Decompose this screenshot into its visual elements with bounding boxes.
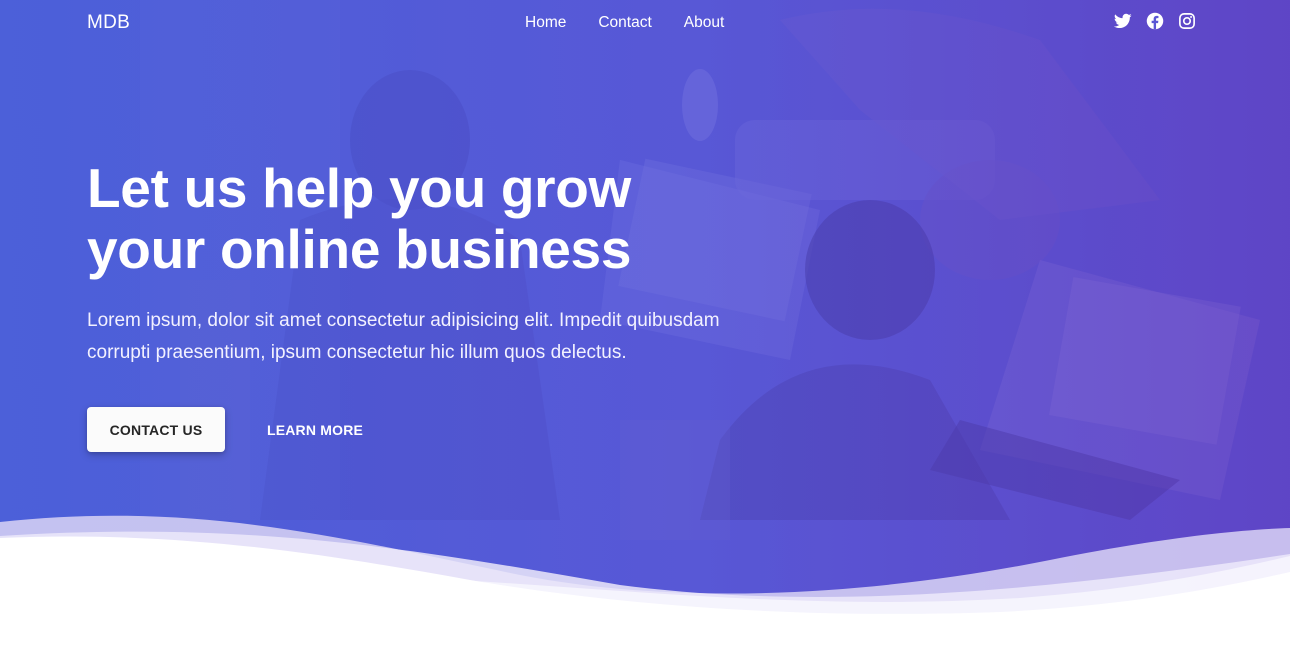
hero-title-line-1: Let us help you grow <box>87 157 632 219</box>
landing-page: MDB Home Contact About Let us help you g… <box>0 0 1290 654</box>
twitter-icon[interactable] <box>1114 12 1132 30</box>
social-links <box>1114 12 1196 30</box>
hero-title: Let us help you grow your online busines… <box>87 158 727 280</box>
instagram-icon[interactable] <box>1178 12 1196 30</box>
nav-links: Home Contact About <box>525 13 756 33</box>
nav-link-contact[interactable]: Contact <box>598 13 651 33</box>
learn-more-button[interactable]: Learn more <box>255 407 375 452</box>
contact-us-button[interactable]: Contact us <box>87 407 225 452</box>
hero-lead-text: Lorem ipsum, dolor sit amet consectetur … <box>87 305 787 369</box>
nav-link-home[interactable]: Home <box>525 13 566 33</box>
nav-link-about[interactable]: About <box>684 13 725 33</box>
facebook-icon[interactable] <box>1146 12 1164 30</box>
top-navbar: MDB Home Contact About <box>0 0 1290 46</box>
hero-title-line-2: your online business <box>87 218 632 280</box>
hero-lead-line-1: Lorem ipsum, dolor sit amet consectetur … <box>87 310 720 331</box>
hero-lead-line-2: corrupti praesentium, ipsum consectetur … <box>87 342 627 363</box>
hero-wave-divider <box>0 515 1290 654</box>
brand-logo[interactable]: MDB <box>87 11 130 35</box>
